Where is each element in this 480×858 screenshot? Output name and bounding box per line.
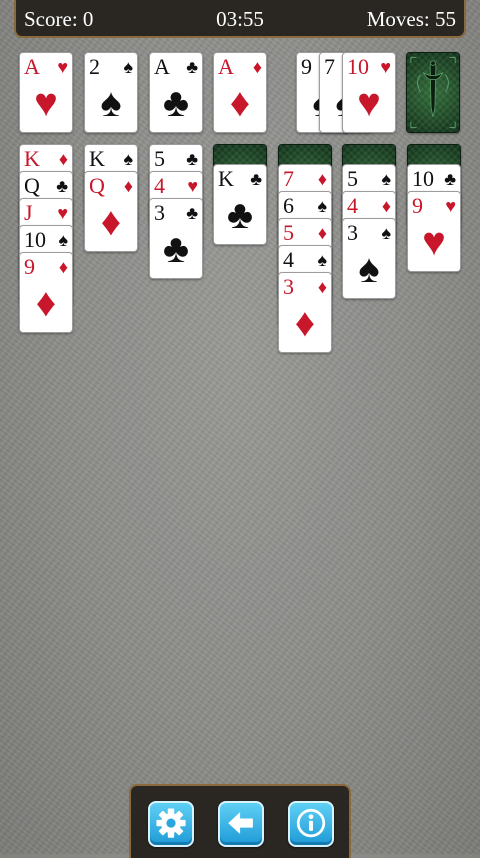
foundation-card[interactable]: A ♥ ♥ bbox=[19, 52, 73, 133]
card-suit-icon: ♣ bbox=[56, 176, 68, 196]
card-center-suit-icon: ♥ bbox=[357, 80, 381, 125]
card-center-suit-icon: ♦ bbox=[35, 280, 57, 325]
card-center-suit-icon: ♠ bbox=[100, 80, 122, 125]
card-center-suit-icon: ♣ bbox=[162, 80, 190, 125]
card-center-suit-icon: ♣ bbox=[162, 226, 190, 271]
info-icon bbox=[296, 808, 326, 838]
card-suit-icon: ♦ bbox=[252, 57, 262, 77]
card-suit-icon: ♣ bbox=[186, 149, 198, 169]
tableau-card[interactable]: 9 ♥ ♥ bbox=[407, 191, 461, 272]
card-suit-icon: ♥ bbox=[445, 196, 456, 216]
card-suit-icon: ♥ bbox=[57, 57, 68, 77]
card-center-suit-icon: ♣ bbox=[226, 192, 254, 237]
tableau-card[interactable]: Q ♦ ♦ bbox=[84, 171, 138, 252]
card-rank: 7 bbox=[324, 54, 335, 79]
settings-button[interactable] bbox=[148, 801, 194, 847]
card-rank: 5 bbox=[283, 220, 294, 245]
card-rank: K bbox=[24, 146, 40, 171]
tableau-card[interactable]: K ♣ ♣ bbox=[213, 164, 267, 245]
card-rank: 7 bbox=[283, 166, 294, 191]
card-rank: 4 bbox=[283, 247, 294, 272]
tableau-card[interactable]: 3 ♣ ♣ bbox=[149, 198, 203, 279]
tableau-card[interactable]: 9 ♦ ♦ bbox=[19, 252, 73, 333]
card-suit-icon: ♦ bbox=[317, 277, 327, 297]
card-suit-icon: ♣ bbox=[444, 169, 456, 189]
tableau-card[interactable]: 3 ♦ ♦ bbox=[278, 272, 332, 353]
bottom-toolbar bbox=[129, 784, 351, 858]
card-rank: 4 bbox=[154, 173, 165, 198]
card-suit-icon: ♠ bbox=[381, 223, 391, 243]
card-suit-icon: ♠ bbox=[123, 149, 133, 169]
card-rank: Q bbox=[89, 173, 105, 198]
card-rank: 10 bbox=[347, 54, 369, 79]
card-suit-icon: ♠ bbox=[123, 57, 133, 77]
card-suit-icon: ♥ bbox=[57, 203, 68, 223]
card-suit-icon: ♠ bbox=[381, 169, 391, 189]
card-rank: 5 bbox=[154, 146, 165, 171]
card-rank: 6 bbox=[283, 193, 294, 218]
card-center-suit-icon: ♦ bbox=[229, 80, 251, 125]
waste-card[interactable]: 10 ♥ ♥ bbox=[342, 52, 396, 133]
card-rank: A bbox=[218, 54, 234, 79]
card-rank: K bbox=[89, 146, 105, 171]
card-rank: 5 bbox=[347, 166, 358, 191]
card-suit-icon: ♣ bbox=[186, 57, 198, 77]
card-rank: 9 bbox=[301, 54, 312, 79]
card-rank: 3 bbox=[283, 274, 294, 299]
card-center-suit-icon: ♠ bbox=[358, 246, 380, 291]
tableau-card[interactable]: 3 ♠ ♠ bbox=[342, 218, 396, 299]
card-rank: 9 bbox=[412, 193, 423, 218]
card-center-suit-icon: ♥ bbox=[34, 80, 58, 125]
card-suit-icon: ♥ bbox=[380, 57, 391, 77]
card-center-suit-icon: ♥ bbox=[422, 219, 446, 264]
card-suit-icon: ♠ bbox=[317, 250, 327, 270]
status-bar: Score: 0 03:55 Moves: 55 bbox=[14, 0, 466, 38]
card-rank: 10 bbox=[24, 227, 46, 252]
card-suit-icon: ♦ bbox=[317, 223, 327, 243]
stock-card-back[interactable] bbox=[406, 52, 460, 133]
foundation-card[interactable]: A ♣ ♣ bbox=[149, 52, 203, 133]
card-rank: J bbox=[24, 200, 33, 225]
card-suit-icon: ♦ bbox=[317, 169, 327, 189]
gear-icon bbox=[156, 808, 186, 838]
card-suit-icon: ♦ bbox=[58, 149, 68, 169]
card-rank: 9 bbox=[24, 254, 35, 279]
card-suit-icon: ♣ bbox=[250, 169, 262, 189]
foundation-card[interactable]: 2 ♠ ♠ bbox=[84, 52, 138, 133]
card-rank: 4 bbox=[347, 193, 358, 218]
card-suit-icon: ♠ bbox=[58, 230, 68, 250]
card-rank: 3 bbox=[347, 220, 358, 245]
undo-button[interactable] bbox=[218, 801, 264, 847]
moves-label: Moves: 55 bbox=[366, 7, 456, 31]
card-suit-icon: ♦ bbox=[123, 176, 133, 196]
card-rank: K bbox=[218, 166, 234, 191]
card-center-suit-icon: ♦ bbox=[100, 199, 122, 244]
card-center-suit-icon: ♦ bbox=[294, 300, 316, 345]
card-suit-icon: ♦ bbox=[58, 257, 68, 277]
arrow-left-icon bbox=[228, 812, 253, 835]
dagger-emblem-icon bbox=[410, 56, 456, 129]
info-button[interactable] bbox=[288, 801, 334, 847]
card-rank: A bbox=[24, 54, 40, 79]
card-suit-icon: ♠ bbox=[317, 196, 327, 216]
card-rank: 3 bbox=[154, 200, 165, 225]
card-suit-icon: ♥ bbox=[187, 176, 198, 196]
foundation-card[interactable]: A ♦ ♦ bbox=[213, 52, 267, 133]
card-suit-icon: ♣ bbox=[186, 203, 198, 223]
card-rank: 10 bbox=[412, 166, 434, 191]
card-rank: A bbox=[154, 54, 170, 79]
card-rank: Q bbox=[24, 173, 40, 198]
card-suit-icon: ♦ bbox=[381, 196, 391, 216]
card-rank: 2 bbox=[89, 54, 100, 79]
